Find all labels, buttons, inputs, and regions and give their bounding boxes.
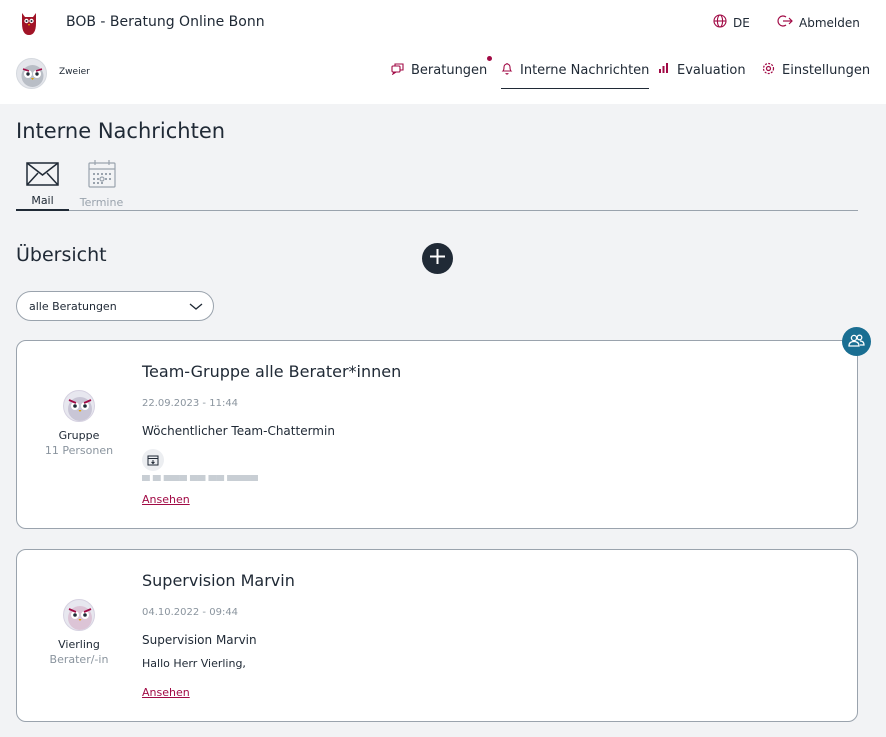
tab-label: Termine: [79, 196, 124, 209]
logout-label: Abmelden: [799, 15, 860, 30]
nav-item-evaluation[interactable]: Evaluation: [658, 62, 746, 78]
message-card[interactable]: Vierling Berater/-in Supervision Marvin …: [16, 549, 858, 722]
card-sender: Gruppe 11 Personen: [17, 390, 141, 457]
message-card[interactable]: Gruppe 11 Personen Team-Gruppe alle Bera…: [16, 340, 858, 529]
tab-mail[interactable]: Mail: [16, 158, 69, 211]
card-subject: Wöchentlicher Team-Chattermin: [142, 424, 335, 438]
card-date: 22.09.2023 - 11:44: [142, 398, 239, 409]
group-avatar: [63, 390, 95, 422]
nav-label: Evaluation: [677, 62, 746, 78]
consultation-filter-select[interactable]: alle Beratungen: [16, 291, 214, 321]
globe-icon: [713, 14, 727, 31]
add-message-button[interactable]: [422, 243, 453, 274]
bar-chart-icon: [658, 62, 670, 78]
card-date: 04.10.2022 - 09:44: [142, 607, 239, 618]
owl-logo-icon[interactable]: [19, 9, 39, 37]
nav-item-beratungen[interactable]: Beratungen: [391, 56, 493, 79]
card-title: Team-Gruppe alle Berater*innen: [142, 362, 402, 381]
tab-termine[interactable]: Termine: [75, 158, 128, 211]
view-link[interactable]: Ansehen: [142, 686, 190, 699]
nav-item-interne-nachrichten[interactable]: Interne Nachrichten: [501, 62, 650, 89]
user-name: Zweier: [59, 67, 90, 77]
chevron-down-icon: [189, 301, 203, 314]
appointment-chip: [142, 449, 164, 471]
envelope-icon: [26, 162, 59, 190]
bell-icon: [501, 62, 513, 79]
calendar-icon: [87, 159, 116, 192]
app-header: BOB - Beratung Online Bonn DE Abmelden Z…: [0, 0, 886, 104]
nav-label: Beratungen: [411, 63, 488, 78]
nav-label: Einstellungen: [782, 63, 871, 78]
language-label: DE: [733, 15, 750, 30]
chat-bubbles-icon: [391, 62, 404, 79]
user-avatar[interactable]: [16, 58, 47, 89]
tab-label: Mail: [31, 194, 54, 207]
truncated-text: █ █ ███ ██ ██ ████: [142, 475, 258, 481]
subtab-bar: Mail Termine: [16, 158, 858, 211]
page-title: Interne Nachrichten: [16, 119, 226, 143]
group-chat-button[interactable]: [842, 327, 871, 356]
logout-icon: [777, 14, 793, 31]
group-users-icon: [848, 332, 865, 351]
sender-subtitle: 11 Personen: [44, 444, 114, 457]
user-avatar: [63, 599, 95, 631]
nav-label: Interne Nachrichten: [520, 63, 650, 78]
gear-icon: [762, 62, 775, 79]
notification-dot: [487, 56, 493, 61]
plus-icon: [429, 248, 446, 269]
app-title: BOB - Beratung Online Bonn: [66, 14, 265, 30]
card-title: Supervision Marvin: [142, 571, 295, 590]
sender-subtitle: Berater/-in: [49, 653, 109, 666]
card-preview: Hallo Herr Vierling,: [142, 657, 246, 670]
filter-value: alle Beratungen: [29, 299, 117, 313]
nav-item-einstellungen[interactable]: Einstellungen: [762, 62, 870, 79]
logout-button[interactable]: Abmelden: [777, 14, 860, 31]
language-switcher[interactable]: DE: [713, 14, 750, 31]
overview-title: Übersicht: [16, 244, 107, 266]
view-link[interactable]: Ansehen: [142, 493, 190, 506]
card-subject: Supervision Marvin: [142, 633, 257, 647]
calendar-icon: [147, 451, 159, 470]
card-sender: Vierling Berater/-in: [17, 599, 141, 666]
sender-name: Gruppe: [58, 429, 100, 442]
sender-name: Vierling: [58, 638, 100, 651]
